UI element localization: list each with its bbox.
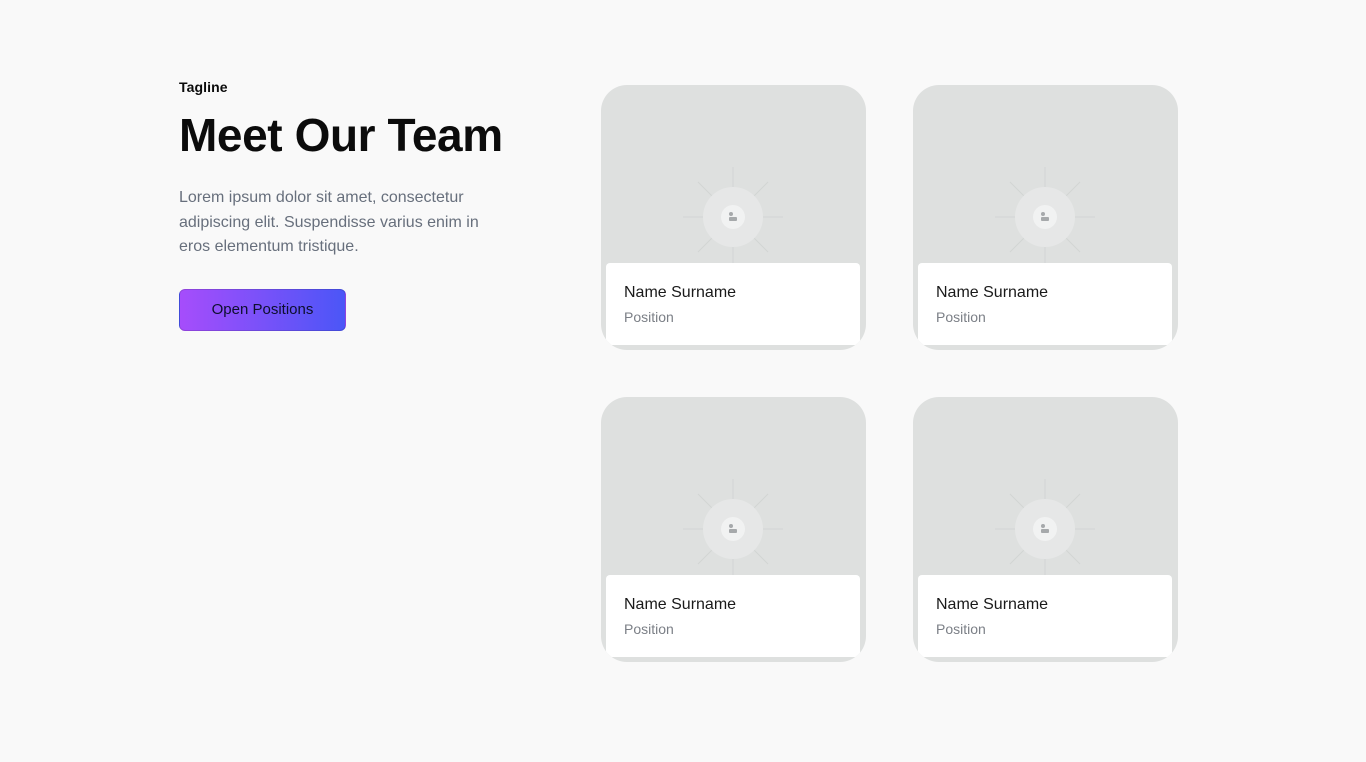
member-position: Position [936, 309, 986, 325]
image-placeholder-icon [995, 167, 1095, 267]
member-info: Name Surname Position [606, 263, 860, 345]
member-name: Name Surname [936, 284, 1049, 301]
image-placeholder-icon [683, 167, 783, 267]
member-name: Name Surname [936, 596, 1049, 613]
team-member-card: Name Surname Position [601, 397, 866, 662]
team-intro: Tagline Meet Our Team Lorem ipsum dolor … [179, 78, 519, 331]
member-name: Name Surname [624, 284, 737, 301]
member-info: Name Surname Position [918, 263, 1172, 345]
open-positions-button[interactable]: Open Positions [179, 288, 346, 331]
member-position: Position [624, 309, 674, 325]
image-placeholder-icon [683, 479, 783, 579]
member-position: Position [936, 621, 986, 637]
member-info: Name Surname Position [918, 575, 1172, 657]
team-member-card: Name Surname Position [913, 85, 1178, 350]
member-name: Name Surname [624, 596, 737, 613]
team-member-card: Name Surname Position [913, 397, 1178, 662]
team-grid: Name Surname Position Name Surname Posit… [601, 85, 1178, 662]
image-placeholder-icon [995, 479, 1095, 579]
team-section: Tagline Meet Our Team Lorem ipsum dolor … [0, 0, 1366, 762]
team-member-card: Name Surname Position [601, 85, 866, 350]
page-title: Meet Our Team [179, 109, 503, 161]
section-description: Lorem ipsum dolor sit amet, consectetur … [179, 189, 479, 255]
member-info: Name Surname Position [606, 575, 860, 657]
member-position: Position [624, 621, 674, 637]
tagline: Tagline [179, 79, 228, 95]
